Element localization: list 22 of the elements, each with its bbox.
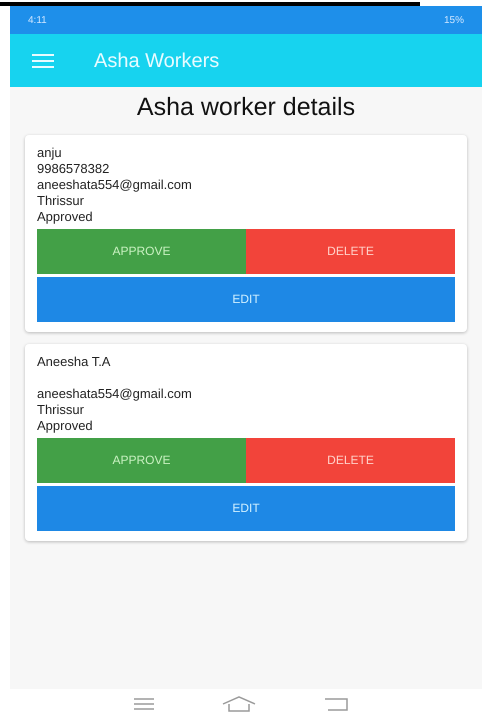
worker-email: aneeshata554@gmail.com — [37, 386, 193, 402]
worker-email: aneeshata554@gmail.com — [37, 176, 193, 192]
edit-button[interactable]: EDIT — [37, 276, 455, 322]
worker-name: anju — [37, 144, 63, 160]
approve-button[interactable]: APPROVE — [37, 438, 246, 482]
back-icon[interactable] — [324, 697, 348, 711]
home-icon[interactable] — [222, 696, 256, 712]
status-time: 4:11 — [28, 14, 47, 28]
worker-place: Thrissur — [37, 402, 85, 418]
app-title: Asha Workers — [94, 48, 220, 74]
page-heading: Asha worker details — [136, 92, 356, 123]
approve-button[interactable]: APPROVE — [37, 228, 246, 274]
worker-name: Aneesha T.A — [37, 354, 112, 370]
worker-place: Thrissur — [37, 192, 85, 208]
delete-button[interactable]: DELETE — [246, 438, 455, 482]
edit-button[interactable]: EDIT — [37, 486, 455, 530]
worker-phone: 9986578382 — [37, 160, 110, 176]
menu-icon[interactable] — [134, 698, 154, 710]
delete-button[interactable]: DELETE — [246, 228, 455, 274]
worker-status: Approved — [37, 418, 94, 434]
worker-status: Approved — [37, 208, 94, 224]
battery-level: 15% — [444, 14, 464, 28]
